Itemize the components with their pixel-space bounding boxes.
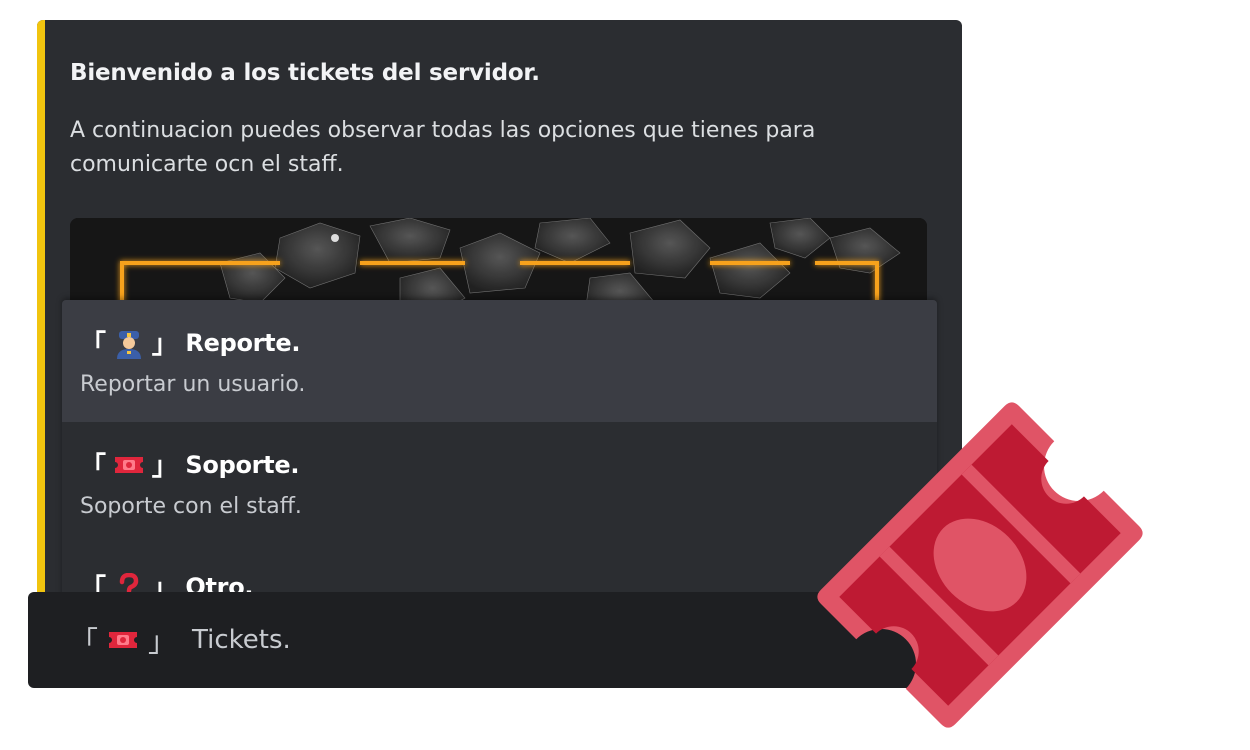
- ticket-icon: [800, 385, 1160, 745]
- police-officer-icon: [112, 329, 146, 359]
- bracket-close: 」: [148, 625, 177, 658]
- bracket-open: 「: [80, 452, 106, 482]
- bracket-open: 「: [70, 625, 99, 658]
- select-placeholder-text: Tickets.: [192, 625, 291, 655]
- discord-ticket-panel: Bienvenido a los tickets del servidor. A…: [0, 0, 1250, 750]
- option-title: 「 」 Soporte.: [80, 446, 299, 483]
- option-title: 「 」 Reporte.: [80, 324, 300, 361]
- select-placeholder: 「 」 Tickets.: [70, 620, 291, 660]
- ticket-icon: [106, 626, 140, 654]
- option-description: Soporte con el staff.: [80, 494, 302, 519]
- option-label: Soporte.: [185, 450, 300, 479]
- embed-description: A continuacion puedes observar todas las…: [70, 118, 816, 177]
- embed-title: Bienvenido a los tickets del servidor.: [70, 60, 540, 86]
- select-menu[interactable]: 「 」 Tickets.: [28, 592, 928, 688]
- option-description: Reportar un usuario.: [80, 372, 306, 397]
- embed-accent-bar: [37, 20, 45, 680]
- bracket-open: 「: [80, 330, 106, 360]
- bracket-close: 」: [151, 452, 178, 482]
- option-label: Reporte.: [185, 328, 301, 357]
- bracket-close: 」: [151, 330, 178, 360]
- ticket-icon: [112, 451, 146, 479]
